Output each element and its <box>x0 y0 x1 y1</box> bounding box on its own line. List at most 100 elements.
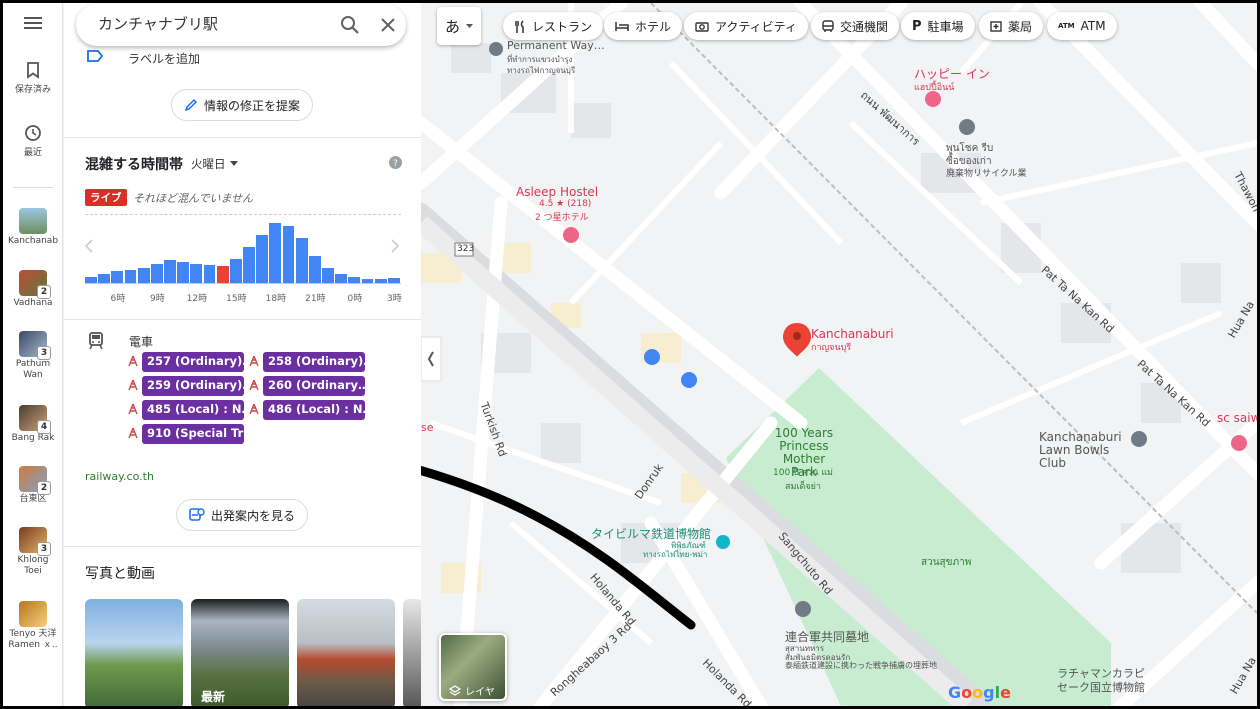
chip-parking[interactable]: P 駐車場 <box>901 12 975 40</box>
divider <box>64 137 421 138</box>
route-badge[interactable]: 486 (Local) : N… <box>263 400 365 420</box>
add-label-text[interactable]: ラベルを追加 <box>128 50 200 67</box>
poi-kanchanaburi[interactable]: Kanchanaburi <box>811 327 894 341</box>
chip-hotel[interactable]: ホテル <box>604 12 683 40</box>
layers-label: レイヤ <box>465 687 495 698</box>
hour-label: 3時 <box>387 294 402 304</box>
label-icon <box>87 50 104 62</box>
recent-item-label: Vadhana <box>13 298 53 308</box>
search-input[interactable] <box>98 14 318 32</box>
language-button[interactable]: あ <box>437 7 481 45</box>
hour-label: 9時 <box>150 294 165 304</box>
chip-transit[interactable]: 交通機関 <box>811 12 900 40</box>
history-icon <box>25 125 41 141</box>
photo-thumbnail[interactable] <box>403 599 421 706</box>
chip-label: レストラン <box>532 19 593 34</box>
hamburger-icon <box>24 17 42 29</box>
chip-label: アクティビティ <box>715 19 797 34</box>
histogram-bar <box>243 247 255 283</box>
recent-thumb: 2 <box>19 466 51 495</box>
recent-thumb: 3 <box>19 331 51 360</box>
hour-label: 18時 <box>265 294 287 304</box>
search-icon[interactable] <box>340 15 360 35</box>
rail-icon <box>249 379 259 391</box>
hour-label: 6時 <box>110 294 126 304</box>
recent-item-label: Pathum Wan <box>15 359 51 380</box>
recent-item-6[interactable]: 3 Khlong Toei <box>3 527 63 577</box>
train-icon <box>89 332 103 350</box>
recent-item-2[interactable]: 2 Vadhana <box>3 270 63 309</box>
recent-item-5[interactable]: 2 台東区 <box>3 466 63 505</box>
poi-permanent-way[interactable]: Permanent Way… <box>507 39 605 52</box>
divider <box>64 546 421 547</box>
histogram-bar <box>256 235 269 283</box>
popular-times-title: 混雑する時間帯 <box>85 157 183 173</box>
route-badge[interactable]: 260 (Ordinary… <box>263 376 365 396</box>
menu-button[interactable] <box>3 15 63 35</box>
poi-sc-saiwai[interactable]: sc saiwi <box>1217 411 1257 425</box>
chip-label: 駐車場 <box>927 19 964 34</box>
route-shield-label: 323 <box>457 244 475 254</box>
histogram-bar <box>137 268 150 283</box>
recent-badge: 2 <box>37 285 51 299</box>
photo-thumbnail-latest[interactable]: 最新 <box>191 599 289 706</box>
transit-type: 電車 <box>129 335 154 349</box>
railway-link[interactable]: railway.co.th <box>85 470 154 483</box>
route-badge[interactable]: 910 (Special Tr… <box>142 424 244 444</box>
help-icon[interactable]: ? <box>389 156 402 169</box>
fork-knife-icon <box>515 19 524 33</box>
close-icon[interactable] <box>378 15 398 35</box>
recent-item-label: Khlong Toei <box>17 555 49 576</box>
route-badge[interactable]: 259 (Ordinary)… <box>142 376 244 396</box>
chip-activities[interactable]: アクティビティ <box>684 12 808 40</box>
live-badge: ライブ <box>85 189 127 206</box>
poi-suan: สวนสุขภาพ <box>921 557 972 568</box>
poi-phun-chok-3: 廃棄物リサイクル業 <box>946 169 1027 179</box>
map-canvas[interactable]: あ レストラン ホテル アクティビティ 交通機関 P 駐車場 薬局 ATM ATM … <box>421 3 1257 706</box>
recent-badge: 3 <box>37 346 51 360</box>
language-label: あ <box>445 17 461 36</box>
departures-button[interactable]: 出発案内を見る <box>176 499 309 531</box>
google-logo: Google <box>948 683 1011 702</box>
histogram-bar <box>295 238 308 283</box>
poi-kanchanaburi-th: กาญจนบุรี <box>811 343 852 353</box>
recent-badge: 2 <box>37 481 51 495</box>
day-selector[interactable]: 火曜日 <box>191 156 238 172</box>
recent-item-3[interactable]: 3 Pathum Wan <box>3 331 63 381</box>
chip-atm[interactable]: ATM ATM <box>1047 12 1117 40</box>
histogram-bar <box>269 223 282 283</box>
route-badge[interactable]: 258 (Ordinary)… <box>263 352 365 372</box>
poi-asleep-rating: 4.5 ★ (218) <box>539 199 592 209</box>
recent-item-7[interactable]: Tenyo 天洋 Ramen ｘ.. <box>3 601 63 651</box>
histogram-bar <box>335 274 348 283</box>
layers-button[interactable]: レイヤ <box>439 633 507 701</box>
divider <box>64 319 421 320</box>
atm-icon: ATM <box>1058 22 1075 30</box>
poi-lacha-2: セーク国立博物館 <box>1057 681 1145 694</box>
chip-pharmacy[interactable]: 薬局 <box>979 12 1044 40</box>
histogram-bar <box>177 262 190 283</box>
poi-asleep-type: 2 つ星ホテル <box>535 213 589 223</box>
recent-thumb <box>19 601 47 627</box>
photo-thumbnail[interactable] <box>297 599 395 706</box>
recent-thumb: 2 <box>19 270 51 299</box>
chip-restaurant[interactable]: レストラン <box>503 12 604 40</box>
saved-button[interactable]: 保存済み <box>3 61 63 96</box>
recent-button[interactable]: 最近 <box>3 124 63 159</box>
poi-lawn-bowls[interactable]: Kanchanaburi Lawn Bowls Club <box>1039 431 1137 470</box>
suggest-edit-button[interactable]: 情報の修正を提案 <box>171 89 314 121</box>
saved-label: 保存済み <box>14 85 51 95</box>
photo-thumbnail[interactable] <box>85 599 183 706</box>
rail-icon <box>249 355 259 367</box>
day-label: 火曜日 <box>191 157 226 171</box>
route-badge[interactable]: 485 (Local) : N… <box>142 400 244 420</box>
histogram-bar <box>322 268 334 283</box>
histogram-bar <box>164 260 176 283</box>
recent-item-1[interactable]: Kanchanab <box>3 208 63 247</box>
recent-item-4[interactable]: 4 Bang Rak <box>3 405 63 444</box>
bed-icon <box>615 21 629 31</box>
route-badge[interactable]: 257 (Ordinary)… <box>142 352 244 372</box>
poi-asleep-hostel[interactable]: Asleep Hostel <box>516 185 598 199</box>
popular-times-histogram <box>85 221 401 283</box>
map-base <box>421 3 1257 706</box>
